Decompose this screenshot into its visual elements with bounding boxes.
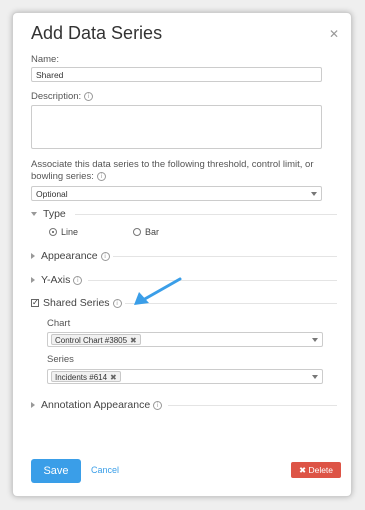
delete-button[interactable]: ✖ Delete: [291, 462, 341, 478]
section-shared-series[interactable]: ✓ Shared Series i: [31, 297, 122, 309]
chart-label: Chart: [47, 318, 71, 329]
remove-tag-icon[interactable]: ✖: [110, 373, 117, 382]
checkbox-checked-icon[interactable]: ✓: [31, 299, 39, 307]
dialog-title: Add Data Series: [31, 23, 163, 43]
section-y-axis[interactable]: Y-Axis i: [31, 274, 83, 286]
name-input-value: Shared: [36, 70, 64, 80]
radio-line-label: Line: [61, 227, 79, 237]
caret-right-icon: [31, 253, 35, 259]
divider: [113, 256, 337, 257]
divider: [168, 405, 337, 406]
series-multiselect[interactable]: Incidents #614 ✖: [47, 369, 323, 384]
radio-bar-label: Bar: [145, 227, 160, 237]
chart-tag-label: Control Chart #3805: [55, 336, 128, 345]
radio-unselected-icon: [133, 228, 141, 236]
divider: [88, 280, 337, 281]
info-icon: i: [100, 251, 110, 261]
close-icon: ✖: [298, 464, 307, 475]
description-textarea[interactable]: [31, 105, 322, 149]
save-button[interactable]: Save: [31, 459, 81, 483]
association-label-line1: Associate this data series to the follow…: [31, 159, 314, 170]
radio-line[interactable]: Line: [49, 227, 78, 237]
section-y-axis-label: Y-Axis: [41, 274, 71, 286]
chart-tag: Control Chart #3805 ✖: [51, 334, 141, 345]
series-label: Series: [47, 354, 74, 365]
name-input[interactable]: Shared: [31, 67, 322, 82]
divider: [75, 214, 337, 215]
section-type-label: Type: [43, 208, 66, 220]
chevron-down-icon: [312, 338, 318, 342]
section-shared-series-label: Shared Series: [43, 297, 110, 309]
info-icon: i: [73, 275, 83, 285]
description-label-text: Description:: [31, 91, 82, 102]
name-label: Name:: [31, 54, 59, 65]
chart-multiselect[interactable]: Control Chart #3805 ✖: [47, 332, 323, 347]
annotation-arrow-icon: [134, 277, 182, 305]
delete-button-label: Delete: [308, 464, 334, 475]
association-label: Associate this data series to the follow…: [31, 159, 314, 183]
caret-right-icon: [31, 277, 35, 283]
info-icon: i: [84, 92, 94, 101]
info-icon: i: [153, 400, 163, 410]
description-label: Description: i: [31, 91, 94, 102]
info-icon: i: [112, 298, 122, 308]
association-select[interactable]: Optional: [31, 186, 322, 201]
radio-bar[interactable]: Bar: [133, 227, 159, 237]
series-tag: Incidents #614 ✖: [51, 371, 121, 382]
caret-right-icon: [31, 402, 35, 408]
close-icon[interactable]: ✕: [329, 27, 339, 41]
section-annotation-appearance-label: Annotation Appearance: [41, 399, 151, 411]
section-type[interactable]: Type: [31, 208, 66, 220]
chevron-down-icon: [311, 192, 317, 196]
info-icon: i: [96, 172, 106, 181]
add-data-series-dialog: Add Data Series ✕ Name: Shared Descripti…: [12, 12, 352, 497]
remove-tag-icon[interactable]: ✖: [130, 336, 137, 345]
section-appearance-label: Appearance: [41, 250, 98, 262]
section-annotation-appearance[interactable]: Annotation Appearance i: [31, 399, 163, 411]
association-label-line2: bowling series:: [31, 171, 94, 182]
series-tag-label: Incidents #614: [55, 373, 108, 382]
caret-down-icon: [31, 212, 37, 216]
chevron-down-icon: [312, 375, 318, 379]
cancel-link[interactable]: Cancel: [91, 465, 119, 475]
association-select-value: Optional: [36, 189, 68, 199]
radio-selected-icon: [49, 228, 57, 236]
section-appearance[interactable]: Appearance i: [31, 250, 110, 262]
